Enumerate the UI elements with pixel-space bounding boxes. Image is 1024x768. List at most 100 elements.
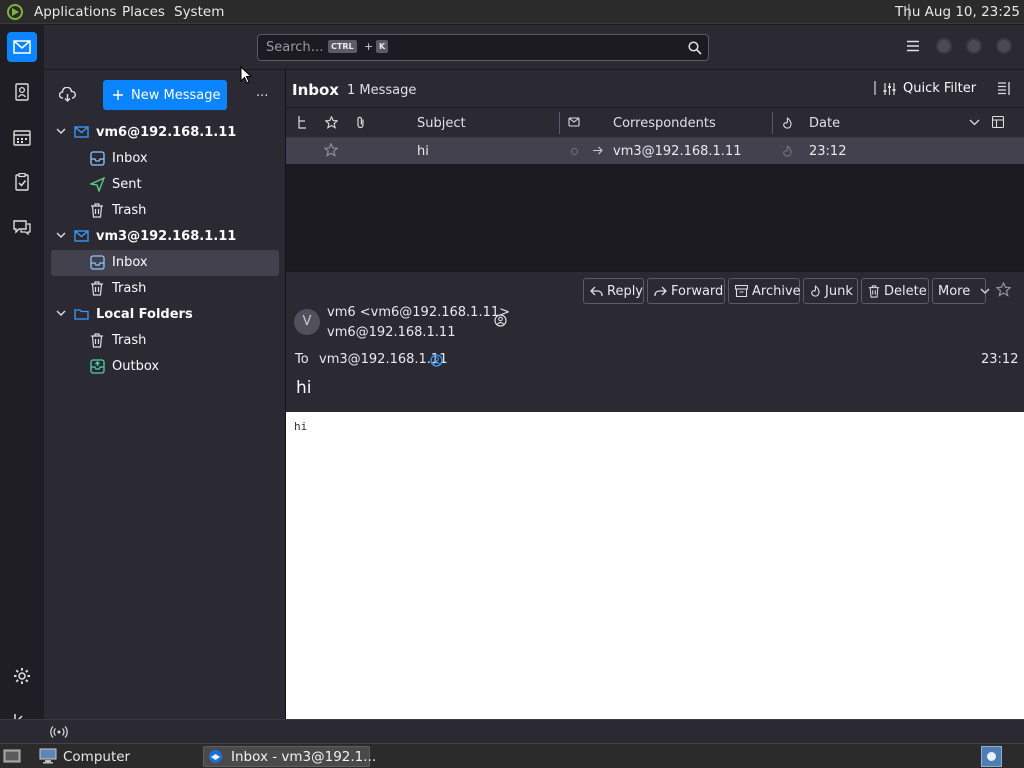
search-input[interactable]: Search… CTRL + K [257, 34, 709, 61]
system-clock[interactable]: Thu Aug 10, 23:25 [895, 4, 1020, 20]
address-book-badge-icon[interactable] [430, 354, 443, 367]
folder-label: Inbox [112, 151, 148, 166]
chevron-down-icon[interactable] [56, 310, 66, 317]
calendar-icon [13, 129, 31, 146]
table-row[interactable]: hi vm3@192.168.1.11 23:12 [286, 138, 1024, 164]
to-label: To [295, 352, 309, 367]
junk-column-icon[interactable] [782, 117, 793, 129]
contact-icon[interactable] [494, 314, 507, 327]
trash-icon [862, 284, 884, 298]
space-calendar-button[interactable] [7, 122, 37, 152]
app-menu-icon[interactable] [906, 40, 920, 52]
archive-icon [729, 285, 752, 297]
thunderbird-icon [208, 749, 223, 764]
system-top-bar: Applications Places System Thu Aug 10, 2… [0, 0, 1024, 24]
to-address[interactable]: vm3@192.168.1.11 [319, 352, 447, 367]
space-tasks-button[interactable] [7, 167, 37, 197]
computer-launcher-label[interactable]: Computer [63, 749, 130, 765]
computer-icon[interactable] [39, 748, 57, 764]
menu-system[interactable]: System [174, 4, 224, 20]
folder-pane: New Message ... vm6@192.168.1.11 Inbox S… [44, 70, 285, 719]
account-vm6[interactable]: vm6@192.168.1.11 [51, 120, 279, 146]
arrow-right-icon [593, 146, 603, 155]
column-correspondents[interactable]: Correspondents [613, 116, 716, 131]
folder-vm6-sent[interactable]: Sent [51, 172, 279, 198]
unread-column-icon[interactable] [568, 117, 580, 127]
get-messages-button[interactable] [59, 87, 76, 103]
space-chat-button[interactable] [7, 212, 37, 242]
menu-applications[interactable]: Applications [34, 4, 116, 20]
search-icon[interactable] [688, 41, 702, 55]
row-date: 23:12 [809, 144, 847, 159]
delete-button[interactable]: Delete [861, 278, 929, 304]
from-address[interactable]: vm6@192.168.1.11 [327, 325, 455, 340]
folder-local-outbox[interactable]: Outbox [51, 354, 279, 380]
menu-places[interactable]: Places [122, 4, 165, 20]
read-status-icon[interactable] [571, 148, 578, 155]
more-button[interactable]: More [932, 278, 990, 304]
quick-filter-button[interactable]: Quick Filter [903, 81, 976, 96]
message-body[interactable]: hi [286, 412, 1024, 719]
column-divider[interactable] [772, 112, 773, 134]
outbox-icon [90, 359, 105, 374]
column-divider[interactable] [559, 112, 560, 134]
thread-column-icon[interactable] [297, 116, 307, 129]
reply-icon [584, 286, 607, 297]
new-message-label: New Message [131, 87, 221, 103]
star-column-icon[interactable] [325, 116, 338, 129]
space-address-book-button[interactable] [7, 77, 37, 107]
column-subject[interactable]: Subject [417, 116, 466, 131]
folder-vm3-inbox[interactable]: Inbox [51, 250, 279, 276]
taskbar-window-thunderbird[interactable]: Inbox - vm3@192.1... [203, 746, 376, 767]
column-picker-icon[interactable] [992, 116, 1004, 128]
close-button[interactable] [996, 38, 1012, 54]
folder-local-trash[interactable]: Trash [51, 328, 279, 354]
address-book-icon [14, 83, 30, 101]
folder-pane-more-button[interactable]: ... [256, 85, 268, 100]
mail-account-icon [74, 126, 89, 138]
minimize-button[interactable] [936, 38, 952, 54]
account-name: vm6@192.168.1.11 [96, 125, 237, 140]
star-icon[interactable] [996, 282, 1011, 297]
inbox-icon [90, 151, 105, 166]
junk-button[interactable]: Junk [803, 278, 858, 304]
workspace-switcher[interactable] [981, 746, 1002, 767]
thread-list[interactable]: hi vm3@192.168.1.11 23:12 [286, 138, 1024, 270]
folder-label: Trash [112, 203, 147, 218]
star-icon[interactable] [324, 143, 338, 157]
forward-button[interactable]: Forward [647, 278, 725, 304]
folder-vm6-inbox[interactable]: Inbox [51, 146, 279, 172]
show-desktop-icon[interactable] [3, 748, 21, 764]
online-status-icon[interactable] [50, 725, 68, 739]
distro-logo-icon[interactable] [6, 3, 26, 21]
forward-icon [648, 286, 671, 297]
new-message-button[interactable]: New Message [103, 80, 227, 110]
thread-pane-header: Inbox 1 Message Quick Filter [286, 70, 1024, 108]
sort-chevron-down-icon[interactable] [969, 119, 980, 126]
junk-status-icon[interactable] [782, 145, 793, 157]
thread-column-header: Subject Correspondents Date [286, 108, 1024, 138]
settings-button[interactable] [7, 661, 37, 691]
chevron-down-icon[interactable] [56, 232, 66, 239]
shortcut-key-k: K [376, 40, 389, 53]
from-display-name[interactable]: vm6 <vm6@192.168.1.11> [327, 305, 510, 320]
chevron-down-icon [974, 288, 994, 295]
folder-vm6-trash[interactable]: Trash [51, 198, 279, 224]
folder-vm3-trash[interactable]: Trash [51, 276, 279, 302]
account-vm3[interactable]: vm3@192.168.1.11 [51, 224, 279, 250]
display-options-icon[interactable] [998, 82, 1010, 95]
chevron-down-icon[interactable] [56, 128, 66, 135]
sent-icon [90, 177, 105, 192]
space-mail-button[interactable] [7, 32, 37, 62]
trash-icon [90, 333, 104, 348]
account-local-folders[interactable]: Local Folders [51, 302, 279, 328]
attachment-column-icon[interactable] [356, 116, 366, 129]
mail-account-icon [74, 230, 89, 242]
reply-button[interactable]: Reply [583, 278, 644, 304]
column-date[interactable]: Date [809, 116, 840, 131]
archive-button[interactable]: Archive [728, 278, 801, 304]
archive-label: Archive [752, 283, 801, 299]
maximize-button[interactable] [966, 38, 982, 54]
folder-label: Inbox [112, 255, 148, 270]
row-subject: hi [417, 144, 429, 159]
